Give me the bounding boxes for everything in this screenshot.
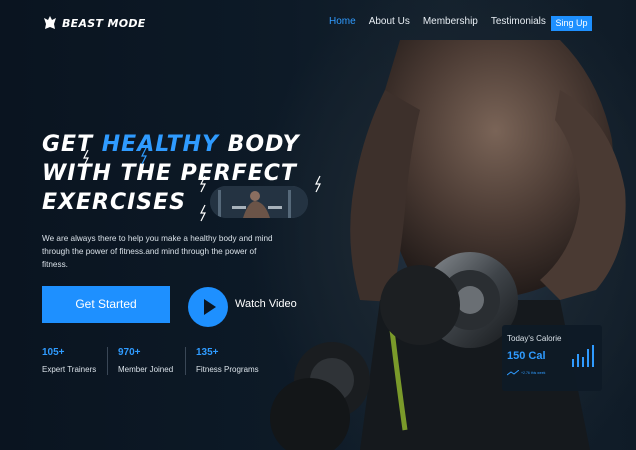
gym-thumbnail-image — [210, 186, 308, 218]
stat-divider — [185, 347, 186, 375]
headline-highlight: HEALTHY — [101, 132, 219, 157]
hero-description: We are always there to help you make a h… — [42, 234, 273, 269]
nav-item-testimonials[interactable]: Testimonials — [491, 16, 546, 27]
stat-number: 135+ — [196, 347, 219, 358]
stat-divider — [107, 347, 108, 375]
signup-button[interactable]: Sing Up — [551, 16, 592, 31]
calorie-value: 150 Cal — [507, 350, 546, 362]
stat-programs: 135+ Fitness Programs — [196, 347, 259, 374]
nav-menu: Home About Us Membership Testimonials — [329, 16, 559, 27]
stat-number: 105+ — [42, 347, 65, 358]
calorie-subtext: +2.76 this week — [521, 371, 546, 375]
calorie-card-title: Today's Calorie — [507, 334, 562, 343]
stat-label: Member Joined — [118, 365, 174, 374]
nav-item-home[interactable]: Home — [329, 16, 356, 27]
stat-number: 970+ — [118, 347, 141, 358]
stat-label: Expert Trainers — [42, 365, 97, 374]
headline-line3: EXERCISES — [42, 190, 187, 215]
stat-trainers: 105+ Expert Trainers — [42, 347, 96, 374]
nav-item-about-us[interactable]: About Us — [369, 16, 410, 27]
stat-members: 970+ Member Joined — [118, 347, 173, 374]
headline-word-get: GET — [42, 132, 102, 157]
beast-head-icon — [44, 16, 56, 29]
stats-row: 105+ Expert Trainers 970+ Member Joined … — [42, 347, 282, 377]
calorie-trend: +2.76 this week — [507, 370, 545, 376]
top-navbar: BEAST MODE Home About Us Membership Test… — [0, 0, 636, 46]
nav-item-membership[interactable]: Membership — [423, 16, 478, 27]
play-video-button[interactable] — [188, 287, 228, 327]
bar-chart-icon — [572, 345, 594, 367]
watch-video-link[interactable]: Watch Video — [235, 298, 297, 310]
athlete-thumbnail-icon — [210, 186, 308, 218]
stat-label: Fitness Programs — [196, 365, 259, 374]
brand-logo[interactable]: BEAST MODE — [42, 15, 146, 31]
play-icon — [204, 299, 216, 315]
headline-line1: GET HEALTHY BODY — [42, 132, 300, 157]
headline-word-body: BODY — [218, 132, 300, 157]
trend-up-icon — [507, 370, 519, 376]
brand-name: BEAST MODE — [62, 16, 146, 30]
calorie-card: Today's Calorie 150 Cal +2.76 this week — [502, 325, 602, 391]
headline-line2: WITH THE PERFECT — [42, 161, 297, 186]
get-started-button[interactable]: Get Started — [42, 286, 170, 323]
